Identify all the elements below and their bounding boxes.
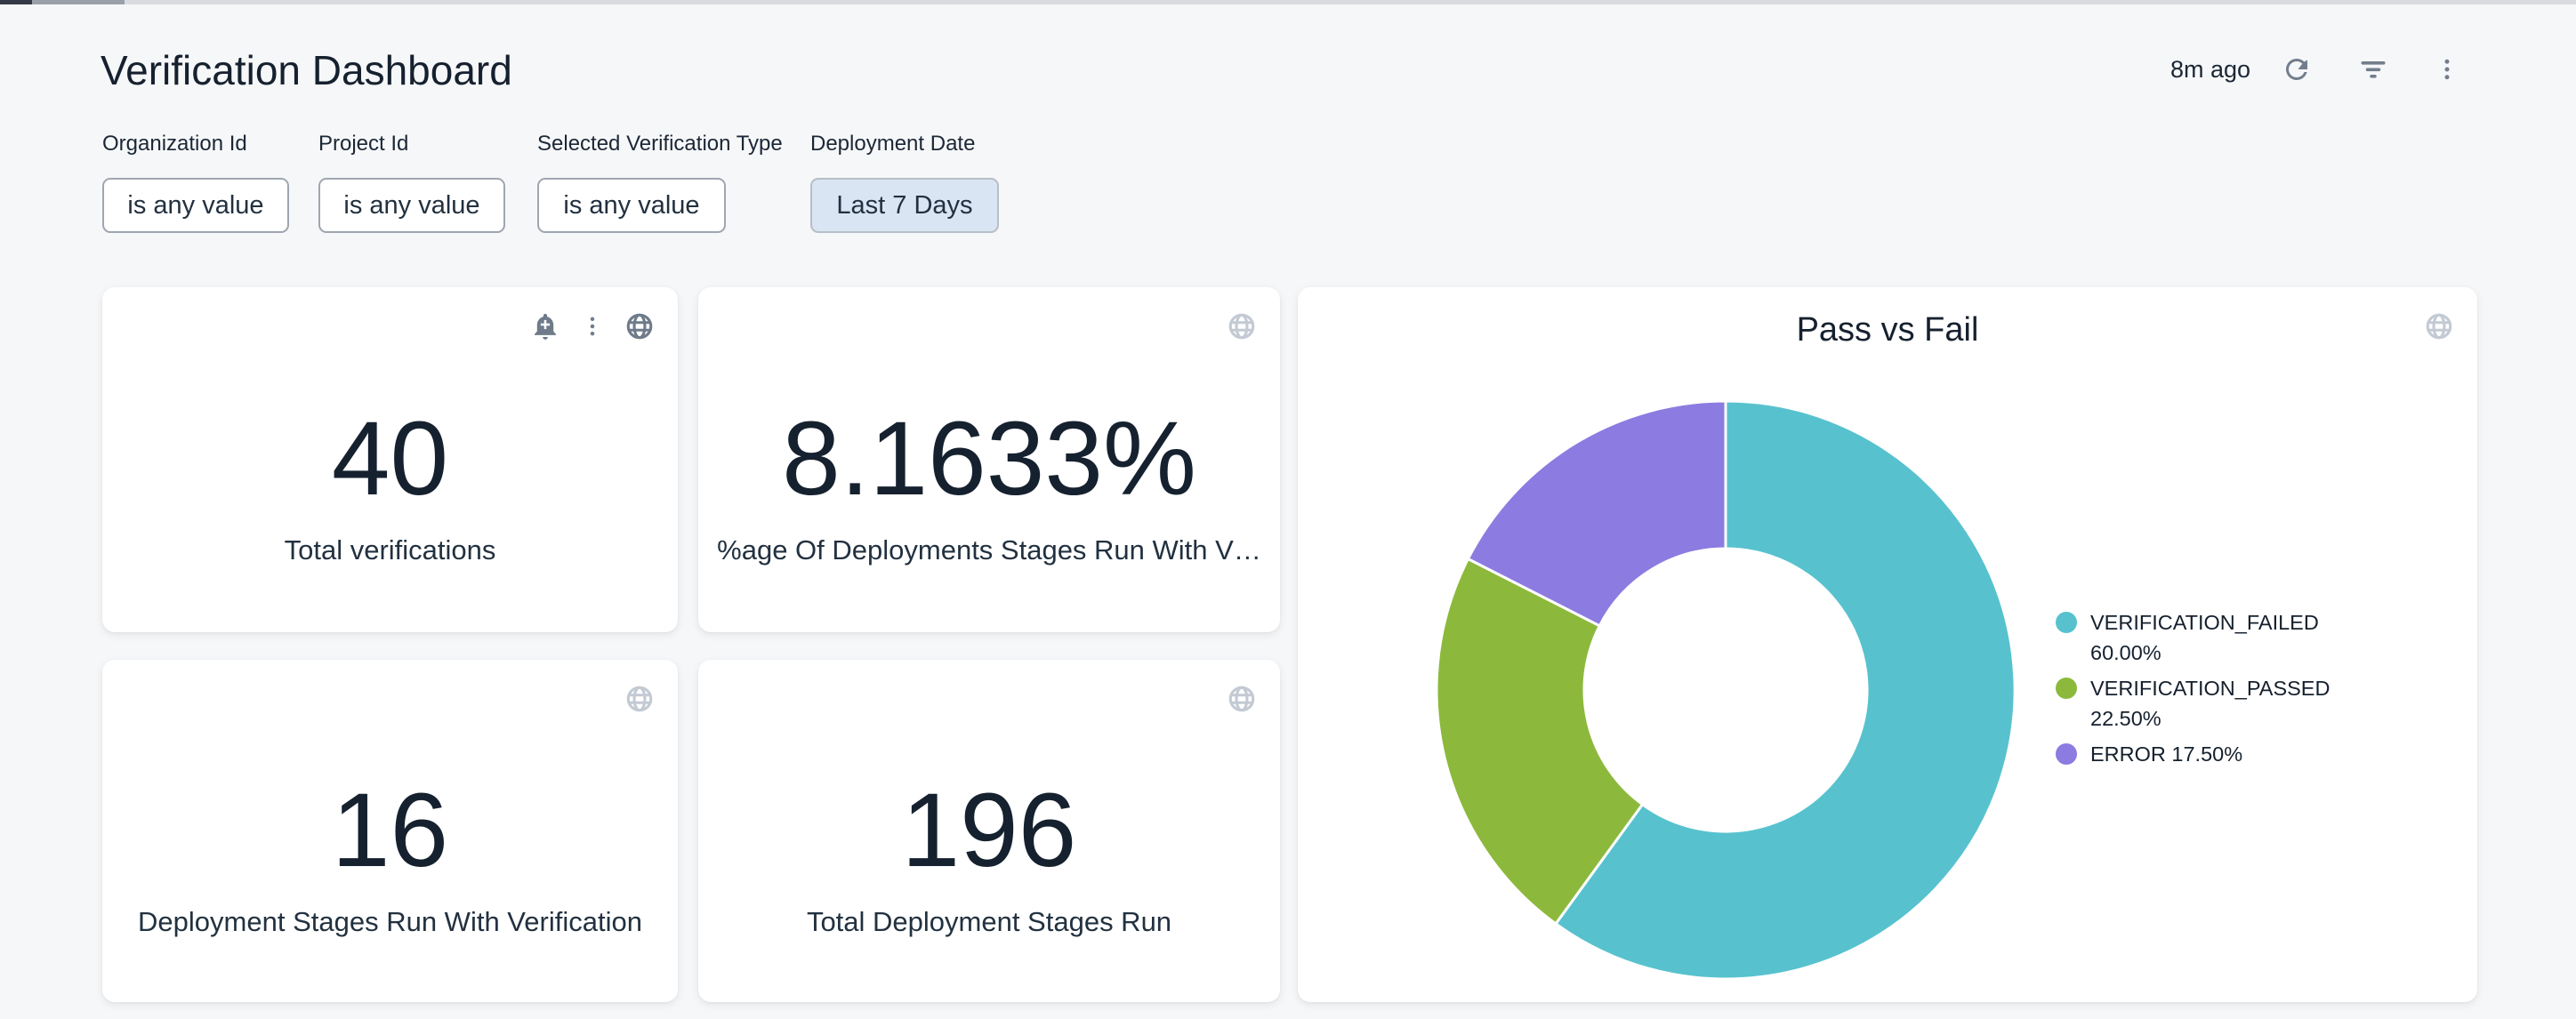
metric-value: 16 <box>332 778 448 883</box>
metric-label: Total Deployment Stages Run <box>807 903 1171 942</box>
filter-deployment-date: Deployment Date Last 7 Days <box>810 132 999 233</box>
tile-total-stages-run: 196 Total Deployment Stages Run <box>698 660 1280 1002</box>
legend-label: VERIFICATION_PASSED 22.50% <box>2090 673 2357 734</box>
filter-value-chip[interactable]: Last 7 Days <box>810 178 999 233</box>
filter-label: Deployment Date <box>810 132 999 156</box>
dashboard-page: Verification Dashboard 8m ago Organizati… <box>0 0 2576 1019</box>
last-refresh-label: 8m ago <box>2170 56 2250 84</box>
refresh-icon[interactable] <box>2281 53 2313 85</box>
metric-label: Total verifications <box>285 531 496 570</box>
filter-organization-id: Organization Id is any value <box>102 132 289 233</box>
top-scrollbar-cap <box>0 0 32 4</box>
filter-verification-type: Selected Verification Type is any value <box>537 132 783 233</box>
legend-swatch <box>2056 678 2077 699</box>
filter-project-id: Project Id is any value <box>318 132 505 233</box>
tile-stages-run-with-verification: 16 Deployment Stages Run With Verificati… <box>102 660 678 1002</box>
legend-label: VERIFICATION_FAILED 60.00% <box>2090 607 2357 668</box>
add-alert-bell-icon[interactable] <box>530 311 560 341</box>
legend-swatch <box>2056 743 2077 765</box>
metric-value: 8.1633% <box>782 406 1196 511</box>
globe-icon[interactable] <box>624 311 655 341</box>
metric-value: 40 <box>332 406 448 511</box>
chart-legend: VERIFICATION_FAILED 60.00%VERIFICATION_P… <box>2056 607 2357 774</box>
page-title: Verification Dashboard <box>101 46 512 94</box>
legend-item[interactable]: ERROR 17.50% <box>2056 739 2357 769</box>
globe-icon[interactable] <box>1227 311 1257 341</box>
globe-icon[interactable] <box>1227 684 1257 714</box>
metric-value: 196 <box>902 778 1077 883</box>
filter-value-chip[interactable]: is any value <box>537 178 726 233</box>
top-scrollbar-track[interactable] <box>0 0 2576 4</box>
filter-label: Organization Id <box>102 132 289 156</box>
kebab-menu-icon[interactable] <box>2434 56 2460 83</box>
tile-kebab-icon[interactable] <box>580 314 605 339</box>
legend-item[interactable]: VERIFICATION_PASSED 22.50% <box>2056 673 2357 734</box>
filter-value-chip[interactable]: is any value <box>318 178 505 233</box>
legend-item[interactable]: VERIFICATION_FAILED 60.00% <box>2056 607 2357 668</box>
tile-pass-vs-fail: Pass vs Fail VERIFICATION_FAILED 60.00%V… <box>1298 287 2477 1002</box>
filter-label: Selected Verification Type <box>537 132 783 156</box>
header-actions: 8m ago <box>2170 53 2460 85</box>
metric-label: %age Of Deployments Stages Run With V… <box>717 531 1261 570</box>
legend-swatch <box>2056 612 2077 633</box>
tile-total-verifications: 40 Total verifications <box>102 287 678 632</box>
filter-icon[interactable] <box>2357 53 2389 85</box>
filter-value-chip[interactable]: is any value <box>102 178 289 233</box>
filter-label: Project Id <box>318 132 505 156</box>
metric-label: Deployment Stages Run With Verification <box>138 903 642 942</box>
tile-pct-stages-with-verification: 8.1633% %age Of Deployments Stages Run W… <box>698 287 1280 632</box>
legend-label: ERROR 17.50% <box>2090 739 2242 769</box>
globe-icon[interactable] <box>624 684 655 714</box>
